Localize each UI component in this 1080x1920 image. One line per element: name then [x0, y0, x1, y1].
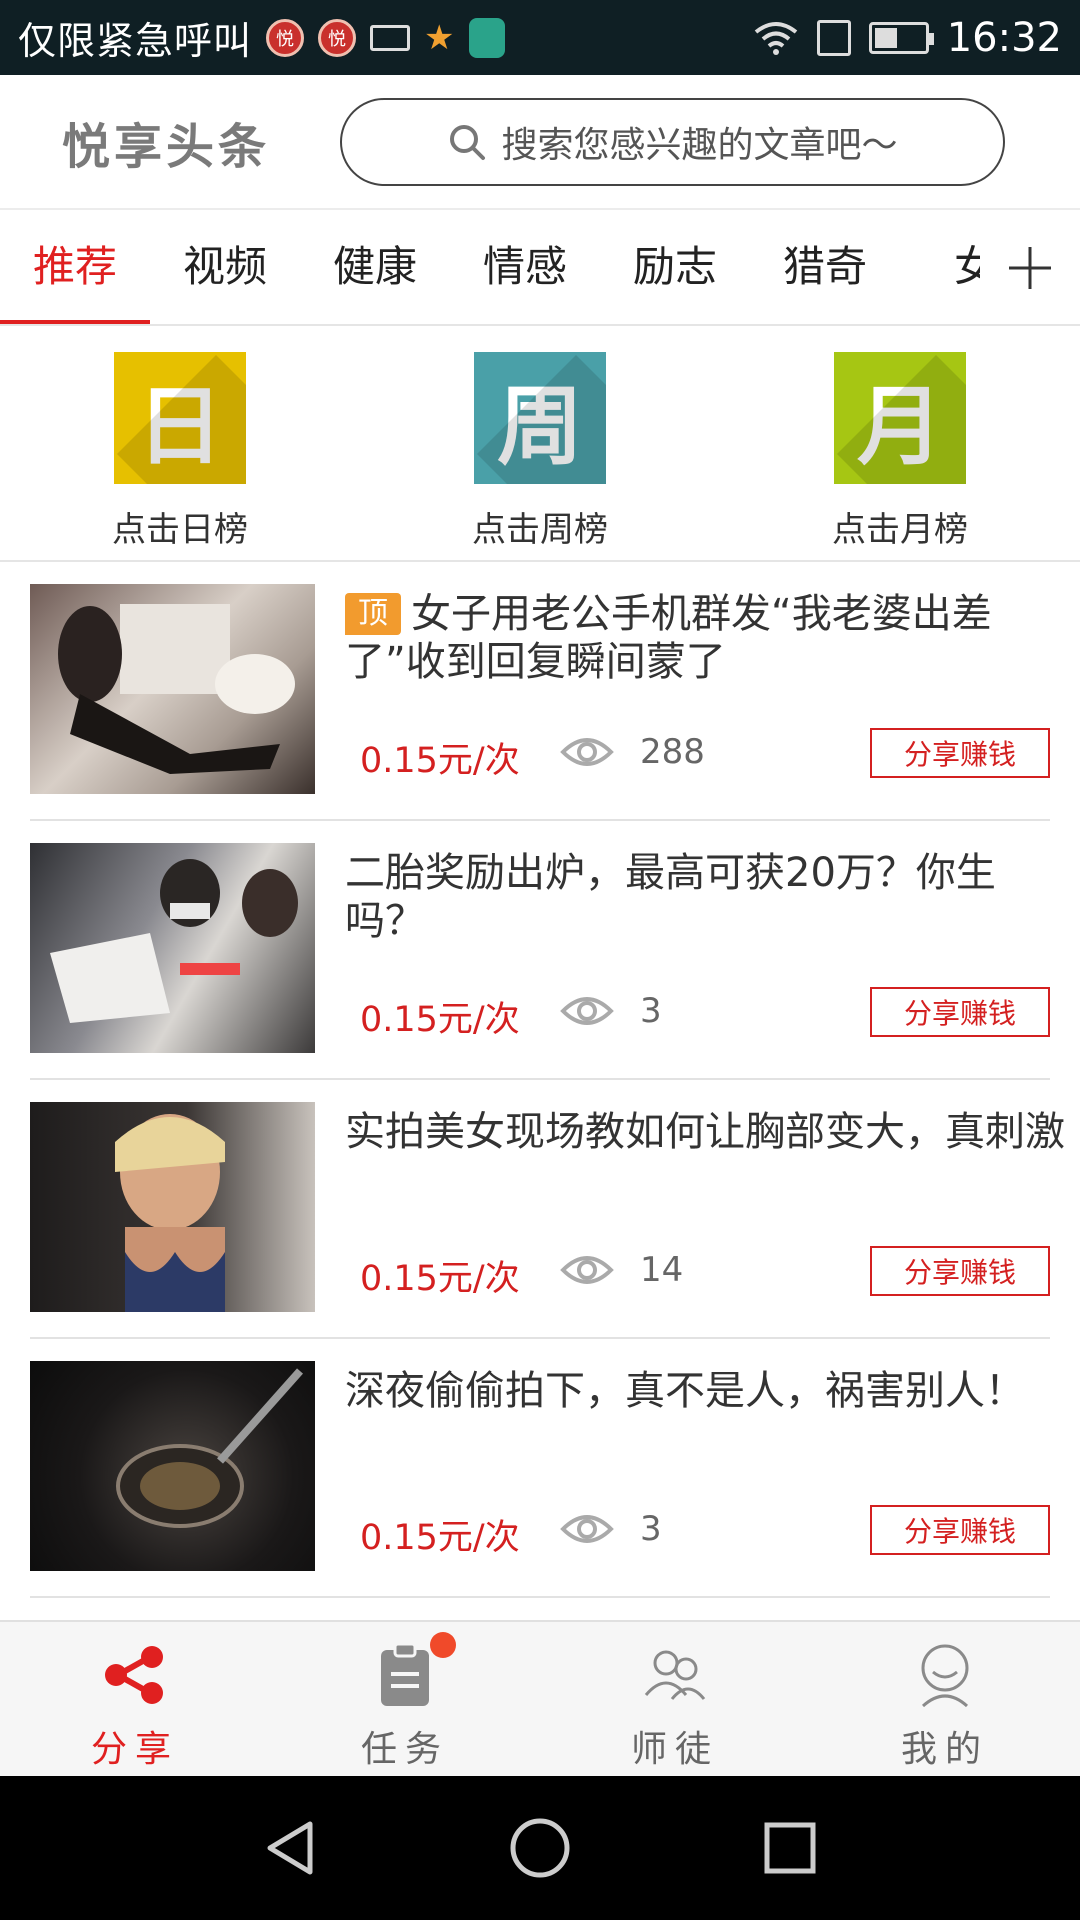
nav-tasks-label: 任务: [360, 1729, 449, 1770]
list-item[interactable]: 顶女子用老公手机群发“我老婆出差了”收到回复瞬间蒙了 0.15元/次 288 分…: [30, 562, 1050, 821]
article-thumbnail: [30, 843, 315, 1053]
recents-icon[interactable]: [762, 1820, 818, 1876]
article-title: 深夜偷偷拍下，真不是人，祸害别人！: [345, 1368, 1025, 1414]
article-thumbnail: [30, 1361, 315, 1571]
app-header: 悦享头条 搜索您感兴趣的文章吧～: [0, 75, 1080, 210]
nav-share[interactable]: 分享: [0, 1622, 270, 1776]
eye-icon: [560, 1515, 614, 1543]
daily-rank-label: 点击日榜: [112, 510, 248, 550]
article-price: 0.15元/次: [360, 1518, 520, 1558]
eye-icon: [560, 997, 614, 1025]
article-price: 0.15元/次: [360, 1000, 520, 1040]
article-list: 顶女子用老公手机群发“我老婆出差了”收到回复瞬间蒙了 0.15元/次 288 分…: [0, 562, 1080, 1598]
eye-icon: [560, 1256, 614, 1284]
nav-share-label: 分享: [90, 1729, 179, 1770]
add-tab-button[interactable]: [980, 210, 1080, 324]
category-tabs: 推荐 视频 健康 情感 励志 猎奇 女: [0, 210, 1080, 326]
view-count: 14: [640, 1250, 684, 1290]
sim-icon: [816, 19, 851, 56]
tab-recommend[interactable]: 推荐: [0, 210, 150, 324]
daily-rank-button[interactable]: 日 点击日榜: [80, 352, 280, 551]
rank-section: 日 点击日榜 周 点击周榜 月 点击月榜: [0, 328, 1080, 562]
plus-icon: [1009, 247, 1051, 289]
nav-profile-label: 我的: [900, 1729, 989, 1770]
share-icon: [105, 1646, 163, 1704]
view-count: 288: [640, 732, 705, 772]
search-icon: [450, 124, 486, 160]
people-icon: [644, 1650, 706, 1700]
tab-video[interactable]: 视频: [150, 210, 300, 324]
nav-tasks[interactable]: 任务: [270, 1622, 540, 1776]
tab-health[interactable]: 健康: [300, 210, 450, 324]
list-item[interactable]: 二胎奖励出炉，最高可获20万？你生吗？ 0.15元/次 3 分享赚钱: [30, 821, 1050, 1080]
system-nav-bar: [0, 1776, 1080, 1920]
daily-rank-icon: 日: [114, 352, 246, 484]
tab-emotion[interactable]: 情感: [450, 210, 600, 324]
home-icon[interactable]: [508, 1816, 572, 1880]
article-title: 实拍美女现场教如何让胸部变大，真刺激: [345, 1109, 1065, 1155]
keyboard-icon: [370, 24, 411, 51]
article-title: 二胎奖励出炉，最高可获20万？你生吗？: [345, 850, 996, 944]
tab-inspiration[interactable]: 励志: [600, 210, 750, 324]
weekly-rank-icon: 周: [474, 352, 606, 484]
nav-mentors-label: 师徒: [630, 1729, 719, 1770]
eye-icon: [560, 738, 614, 766]
article-thumbnail: [30, 584, 315, 794]
carrier-text: 仅限紧急呼叫: [18, 19, 253, 63]
article-title: 顶女子用老公手机群发“我老婆出差了”收到回复瞬间蒙了: [345, 590, 1065, 686]
monthly-rank-label: 点击月榜: [832, 510, 968, 550]
nav-profile[interactable]: 我的: [810, 1622, 1080, 1776]
weekly-rank-button[interactable]: 周 点击周榜: [440, 352, 640, 551]
share-earn-button[interactable]: 分享赚钱: [870, 1246, 1050, 1296]
clipboard-icon: [381, 1642, 429, 1706]
huawei-app-icon: [468, 17, 505, 58]
pinned-badge: 顶: [345, 593, 401, 635]
monthly-rank-button[interactable]: 月 点击月榜: [800, 352, 1000, 551]
nav-mentors[interactable]: 师徒: [540, 1622, 810, 1776]
weekly-rank-label: 点击周榜: [472, 510, 608, 550]
app-notification-icon: 悦: [318, 18, 357, 57]
search-placeholder: 搜索您感兴趣的文章吧～: [501, 124, 898, 166]
view-count: 3: [640, 991, 662, 1031]
article-price: 0.15元/次: [360, 1259, 520, 1299]
share-earn-button[interactable]: 分享赚钱: [870, 987, 1050, 1037]
view-count: 3: [640, 1509, 662, 1549]
star-icon: ★: [424, 17, 455, 58]
notification-dot: [430, 1632, 456, 1658]
article-title-text: 女子用老公手机群发“我老婆出差了”收到回复瞬间蒙了: [345, 591, 992, 685]
article-price: 0.15元/次: [360, 741, 520, 781]
user-icon: [921, 1644, 969, 1708]
app-logo: 悦享头条: [62, 118, 271, 175]
app-notification-icon: 悦: [266, 18, 305, 57]
article-thumbnail: [30, 1102, 315, 1312]
list-item[interactable]: 实拍美女现场教如何让胸部变大，真刺激 0.15元/次 14 分享赚钱: [30, 1080, 1065, 1339]
bottom-nav: 分享 任务 师徒 我的: [0, 1620, 1080, 1776]
battery-icon: [868, 21, 934, 54]
status-bar: 仅限紧急呼叫 悦 悦 ★ 16:32: [0, 0, 1080, 75]
share-earn-button[interactable]: 分享赚钱: [870, 728, 1050, 778]
list-item[interactable]: 深夜偷偷拍下，真不是人，祸害别人！ 0.15元/次 3 分享赚钱: [30, 1339, 1050, 1598]
back-icon[interactable]: [262, 1818, 318, 1878]
share-earn-button[interactable]: 分享赚钱: [870, 1505, 1050, 1555]
wifi-icon: [754, 21, 797, 55]
search-input[interactable]: 搜索您感兴趣的文章吧～: [340, 97, 1005, 186]
monthly-rank-icon: 月: [834, 352, 966, 484]
clock: 16:32: [946, 14, 1062, 61]
tab-curiosity[interactable]: 猎奇: [750, 210, 900, 324]
